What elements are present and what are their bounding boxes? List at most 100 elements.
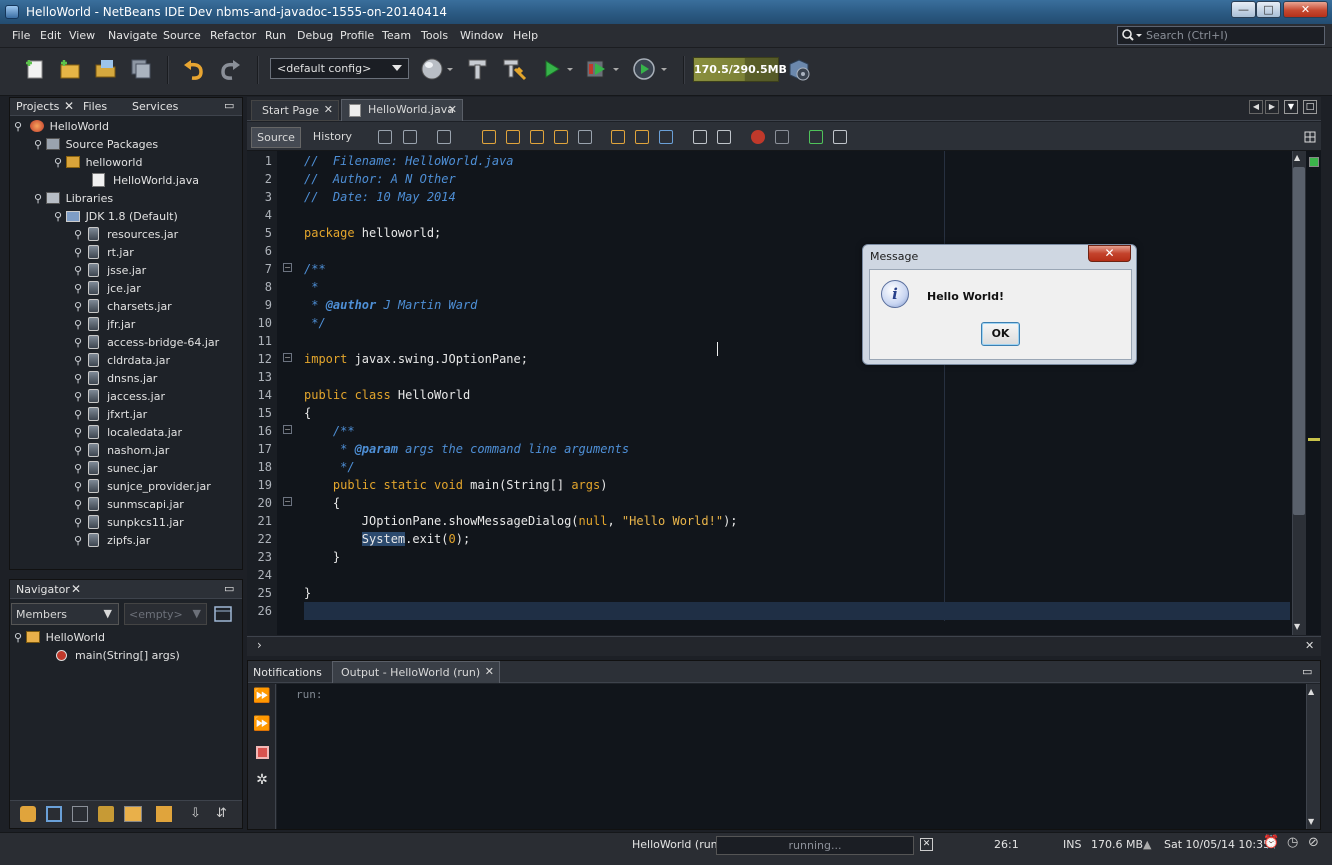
start-macro-icon[interactable] <box>751 130 765 144</box>
navigator-options-icon[interactable] <box>213 605 233 623</box>
scroll-tabs-left-icon[interactable]: ◀ <box>1249 100 1263 114</box>
show-opened-documents-icon[interactable]: ▼ <box>1284 100 1298 114</box>
uncomment-icon[interactable] <box>833 130 847 144</box>
redo-icon[interactable] <box>217 57 243 81</box>
forward-icon[interactable] <box>437 130 451 144</box>
expand-icon[interactable]: ⚲ <box>74 228 82 241</box>
find-icon[interactable] <box>482 130 496 144</box>
comment-icon[interactable] <box>809 130 823 144</box>
tree-jdk[interactable]: ⚲ JDK 1.8 (Default) <box>54 208 178 226</box>
tree-jar-item[interactable]: ⚲ jce.jar <box>74 280 141 298</box>
tree-jar-item[interactable]: ⚲ resources.jar <box>74 226 178 244</box>
fold-icon[interactable]: − <box>283 353 292 362</box>
last-edit-icon[interactable] <box>378 130 392 144</box>
expand-icon[interactable]: ⚲ <box>74 462 82 475</box>
tab-services[interactable]: Services <box>132 100 178 113</box>
profile-project-icon[interactable] <box>631 57 671 81</box>
close-icon[interactable]: ✕ <box>448 103 457 116</box>
hierarchy-icon[interactable] <box>20 806 36 822</box>
tab-notifications[interactable]: Notifications <box>253 666 322 679</box>
toggle-highlight-icon[interactable] <box>554 130 568 144</box>
tree-project-helloworld[interactable]: ⚲ HelloWorld <box>14 118 109 136</box>
run-project-icon[interactable] <box>541 57 577 81</box>
tree-jar-item[interactable]: ⚲ jfxrt.jar <box>74 406 147 424</box>
tree-libraries[interactable]: ⚲ Libraries <box>34 190 113 208</box>
tab-helloworld-java[interactable]: HelloWorld.java ✕ <box>341 99 463 121</box>
tree-package-helloworld[interactable]: ⚲ helloworld <box>54 154 142 172</box>
expand-icon[interactable]: ⚲ <box>34 138 42 151</box>
inherited-icon[interactable] <box>124 806 142 822</box>
menu-team[interactable]: Team <box>382 29 411 42</box>
tree-jar-item[interactable]: ⚲ sunec.jar <box>74 460 157 478</box>
expand-icon[interactable]: ⚲ <box>34 192 42 205</box>
new-file-icon[interactable] <box>24 57 48 81</box>
tab-projects[interactable]: Projects <box>16 100 59 113</box>
search-input[interactable]: Search (Ctrl+I) <box>1117 26 1325 45</box>
menu-navigate[interactable]: Navigate <box>108 29 157 42</box>
tree-jar-item[interactable]: ⚲ sunmscapi.jar <box>74 496 184 514</box>
previous-bookmark-icon[interactable] <box>611 130 625 144</box>
fold-icon[interactable]: − <box>283 425 292 434</box>
tab-output-helloworld-run[interactable]: Output - HelloWorld (run) ✕ <box>332 661 500 683</box>
tree-jar-item[interactable]: ⚲ localedata.jar <box>74 424 182 442</box>
stop-icon[interactable] <box>251 742 273 764</box>
undo-icon[interactable] <box>181 57 207 81</box>
tree-jar-item[interactable]: ⚲ jsse.jar <box>74 262 146 280</box>
build-hammer-icon[interactable] <box>466 57 490 81</box>
close-icon[interactable]: ✕ <box>485 665 494 678</box>
tree-jar-item[interactable]: ⚲ rt.jar <box>74 244 134 262</box>
fold-icon[interactable]: − <box>283 263 292 272</box>
minimize-panel-icon[interactable]: ▭ <box>224 582 234 595</box>
garbage-collect-icon[interactable] <box>786 57 812 83</box>
expand-icon[interactable]: ⚲ <box>74 480 82 493</box>
close-icon[interactable]: ✕ <box>71 582 81 596</box>
history-mode-button[interactable]: History <box>307 127 358 148</box>
settings-wrench-icon[interactable]: ✲ <box>251 770 273 792</box>
tree-jar-item[interactable]: ⚲ nashorn.jar <box>74 442 169 460</box>
scroll-up-icon[interactable]: ▲ <box>1294 153 1300 162</box>
status-indicator-icon[interactable]: ⊘ <box>1308 836 1319 850</box>
tree-jar-item[interactable]: ⚲ sunjce_provider.jar <box>74 478 211 496</box>
output-console[interactable] <box>277 684 1306 829</box>
alarm-clock-icon[interactable]: ⏰ <box>1263 836 1279 850</box>
expand-icon[interactable]: ⚲ <box>74 498 82 511</box>
menu-file[interactable]: File <box>12 29 30 42</box>
expand-icon[interactable]: ⚲ <box>74 264 82 277</box>
menu-debug[interactable]: Debug <box>297 29 333 42</box>
expand-icon[interactable]: ⚲ <box>74 336 82 349</box>
scroll-tabs-right-icon[interactable]: ▶ <box>1265 100 1279 114</box>
rectangular-selection-icon[interactable] <box>578 130 592 144</box>
close-icon[interactable]: ✕ <box>64 99 74 113</box>
globe-icon[interactable] <box>420 57 454 81</box>
scroll-up-icon[interactable]: ▲ <box>1308 687 1314 696</box>
lock-icon[interactable] <box>98 806 114 822</box>
find-next-icon[interactable] <box>530 130 544 144</box>
menu-refactor[interactable]: Refactor <box>210 29 256 42</box>
scrollbar-thumb[interactable] <box>1293 167 1305 515</box>
expand-icon[interactable]: ⚲ <box>74 300 82 313</box>
menu-view[interactable]: View <box>69 29 95 42</box>
ok-button[interactable]: OK <box>981 322 1020 346</box>
error-stripe-mark[interactable] <box>1308 438 1320 441</box>
expand-icon[interactable]: ⚲ <box>74 444 82 457</box>
filter-select[interactable]: <empty> ▼ <box>124 603 207 625</box>
shift-right-icon[interactable] <box>717 130 731 144</box>
fields-icon[interactable] <box>46 806 62 822</box>
minimize-panel-icon[interactable]: ▭ <box>224 99 234 112</box>
chevron-right-icon[interactable]: › <box>257 638 262 652</box>
scroll-down-icon[interactable]: ▼ <box>1308 817 1314 826</box>
tree-jar-item[interactable]: ⚲ charsets.jar <box>74 298 172 316</box>
minimize-panel-icon[interactable]: ▭ <box>1302 665 1312 678</box>
tree-jar-item[interactable]: ⚲ cldrdata.jar <box>74 352 170 370</box>
configuration-select[interactable]: <default config> <box>270 58 409 79</box>
clock-icon[interactable]: ◷ <box>1287 836 1298 850</box>
expand-icon[interactable]: ⚲ <box>74 246 82 259</box>
menu-tools[interactable]: Tools <box>421 29 448 42</box>
next-bookmark-icon[interactable] <box>635 130 649 144</box>
menu-run[interactable]: Run <box>265 29 286 42</box>
maximize-button[interactable]: □ <box>1256 1 1281 18</box>
stop-macro-icon[interactable] <box>775 130 789 144</box>
save-all-icon[interactable] <box>129 57 153 81</box>
chevron-up-icon[interactable]: ▲ <box>1143 838 1151 852</box>
expand-icon[interactable]: ⚲ <box>74 282 82 295</box>
